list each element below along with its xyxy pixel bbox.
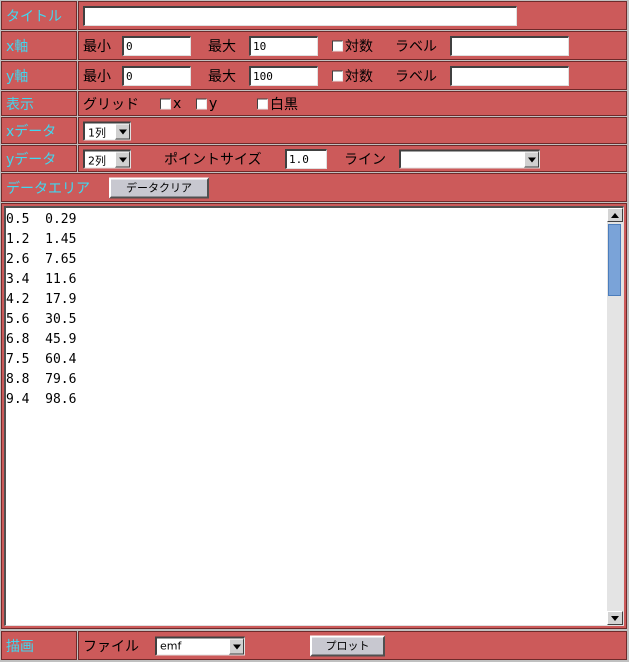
x-log-label: 対数: [345, 38, 373, 55]
chevron-down-icon[interactable]: [229, 638, 244, 654]
y-axis-label-label: ラベル: [395, 68, 437, 85]
plot-button[interactable]: プロット: [310, 635, 385, 656]
x-data-label: xデータ: [6, 123, 57, 140]
data-line: 4.2 17.9: [6, 292, 77, 307]
chevron-down-icon[interactable]: [524, 151, 539, 167]
y-data-header: yデータ: [1, 145, 77, 172]
x-data-column-value: 1列: [88, 126, 106, 139]
grid-label: グリッド: [83, 96, 139, 113]
scroll-down-icon[interactable]: [607, 611, 623, 625]
grid-x-checkbox[interactable]: [160, 98, 171, 109]
y-axis-label-input[interactable]: [450, 65, 569, 86]
chevron-down-icon[interactable]: [115, 123, 130, 139]
data-line: 1.2 1.45: [6, 232, 77, 247]
y-axis-row: y軸 最小 0 最大 100 対数 ラベル: [0, 61, 629, 90]
scroll-up-icon[interactable]: [607, 208, 623, 222]
y-log-checkbox[interactable]: [332, 70, 343, 81]
y-data-body: 2列 ポイントサイズ 1.0 ライン: [78, 145, 627, 172]
data-line: 5.6 30.5: [6, 312, 77, 327]
x-axis-label-label: ラベル: [395, 38, 437, 55]
display-label: 表示: [6, 96, 34, 113]
y-data-label: yデータ: [6, 151, 57, 168]
x-data-body: 1列: [78, 117, 627, 144]
grid-y-checkbox[interactable]: [196, 98, 207, 109]
draw-label: 描画: [6, 638, 34, 655]
title-row: タイトル: [0, 1, 629, 30]
scrollbar-thumb[interactable]: [608, 224, 621, 296]
file-format-select[interactable]: emf: [155, 636, 245, 655]
x-log-checkbox[interactable]: [332, 40, 343, 51]
x-data-header: xデータ: [1, 117, 77, 144]
line-select[interactable]: [399, 149, 540, 168]
draw-row: 描画 ファイル emf プロット: [0, 631, 629, 660]
data-area-header: データエリア データクリア: [1, 173, 627, 202]
x-axis-label: x軸: [6, 38, 29, 55]
grid-x-label: x: [173, 95, 182, 112]
chevron-down-icon[interactable]: [115, 151, 130, 167]
bw-checkbox[interactable]: [257, 98, 268, 109]
title-label: タイトル: [6, 8, 62, 25]
data-textarea[interactable]: 0.5 0.29 1.2 1.45 2.6 7.65 3.4 11.6 4.2 17.9…: [4, 206, 624, 626]
y-axis-body: 最小 0 最大 100 対数 ラベル: [78, 61, 627, 90]
y-data-row: yデータ 2列 ポイントサイズ 1.0 ライン: [0, 145, 629, 172]
y-max-label: 最大: [208, 68, 236, 85]
y-data-column-value: 2列: [88, 154, 106, 167]
x-axis-header: x軸: [1, 31, 77, 60]
y-axis-label: y軸: [6, 68, 29, 85]
title-row-header: タイトル: [1, 1, 77, 30]
x-axis-row: x軸 最小 0 最大 10 対数 ラベル: [0, 31, 629, 60]
x-axis-body: 最小 0 最大 10 対数 ラベル: [78, 31, 627, 60]
x-max-label: 最大: [208, 38, 236, 55]
data-line: 8.8 79.6: [6, 372, 77, 387]
data-area-row: データエリア データクリア: [0, 173, 629, 202]
data-lines: 0.5 0.29 1.2 1.45 2.6 7.65 3.4 11.6 4.2 17.9…: [6, 210, 76, 410]
display-row: 表示 グリッド x y 白黒: [0, 91, 629, 116]
display-header: 表示: [1, 91, 77, 116]
data-line: 6.8 45.9: [6, 332, 77, 347]
grid-y-label: y: [209, 95, 218, 112]
point-size-input[interactable]: 1.0: [285, 148, 327, 169]
y-min-input[interactable]: 0: [122, 65, 191, 86]
x-min-label: 最小: [83, 38, 111, 55]
file-format-value: emf: [160, 639, 182, 652]
title-input[interactable]: [83, 5, 517, 26]
x-axis-label-input[interactable]: [450, 35, 569, 56]
line-label: ライン: [344, 151, 386, 168]
x-data-column-select[interactable]: 1列: [83, 121, 131, 140]
point-size-label: ポイントサイズ: [164, 151, 262, 168]
data-line: 3.4 11.6: [6, 272, 77, 287]
file-label: ファイル: [83, 638, 139, 655]
display-body: グリッド x y 白黒: [78, 91, 627, 116]
data-area-label: データエリア: [6, 180, 90, 197]
y-min-label: 最小: [83, 68, 111, 85]
y-data-column-select[interactable]: 2列: [83, 149, 131, 168]
data-line: 0.5 0.29: [6, 212, 77, 227]
x-data-row: xデータ 1列: [0, 117, 629, 144]
data-clear-button[interactable]: データクリア: [109, 177, 209, 198]
title-row-body: [78, 1, 627, 30]
data-line: 9.4 98.6: [6, 392, 77, 407]
data-line: 2.6 7.65: [6, 252, 77, 267]
y-log-label: 対数: [345, 68, 373, 85]
x-min-input[interactable]: 0: [122, 35, 191, 56]
draw-body: ファイル emf プロット: [78, 631, 627, 660]
data-line: 7.5 60.4: [6, 352, 77, 367]
y-max-input[interactable]: 100: [249, 65, 318, 86]
y-axis-header: y軸: [1, 61, 77, 90]
bw-label: 白黒: [270, 96, 298, 113]
draw-header: 描画: [1, 631, 77, 660]
x-max-input[interactable]: 10: [249, 35, 318, 56]
vertical-scrollbar[interactable]: [607, 208, 623, 625]
